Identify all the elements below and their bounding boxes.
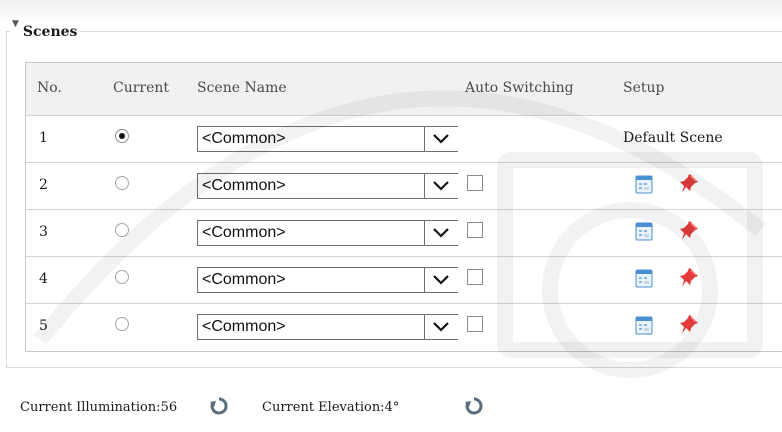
row-number: 5: [39, 318, 48, 334]
scenes-title: Scenes: [22, 24, 78, 40]
calendar-edit-icon[interactable]: [634, 220, 654, 242]
red-pin-icon[interactable]: [680, 220, 700, 242]
illumination-label: Current Illumination:56: [20, 400, 178, 415]
current-radio[interactable]: [115, 317, 129, 331]
current-radio[interactable]: [115, 270, 129, 284]
row-number: 3: [39, 224, 48, 240]
table-row: 1 <Common> Default Scene: [26, 116, 782, 163]
scene-name-select[interactable]: <Common>: [197, 220, 458, 246]
elevation-label: Current Elevation:4°: [262, 400, 400, 415]
auto-switching-checkbox[interactable]: [467, 222, 483, 238]
scene-name-select[interactable]: <Common>: [197, 126, 458, 152]
current-radio[interactable]: [115, 223, 129, 237]
dropdown-button[interactable]: [424, 126, 458, 152]
table-row: 4 <Common>: [26, 257, 782, 304]
scene-name-value: <Common>: [202, 271, 286, 288]
header-setup: Setup: [623, 80, 665, 96]
scene-name-value: <Common>: [202, 130, 286, 147]
row-number: 1: [39, 130, 48, 146]
scene-name-value: <Common>: [202, 318, 286, 335]
chevron-down-icon: [433, 275, 449, 285]
dropdown-button[interactable]: [424, 220, 458, 246]
calendar-edit-icon[interactable]: [634, 267, 654, 289]
table-row: 2 <Common>: [26, 163, 782, 210]
red-pin-icon[interactable]: [680, 267, 700, 289]
triangle-down-icon[interactable]: ▼: [12, 19, 19, 29]
header-auto-switching: Auto Switching: [465, 80, 574, 96]
default-scene-label: Default Scene: [623, 130, 723, 146]
red-pin-icon[interactable]: [680, 314, 700, 336]
current-radio[interactable]: [115, 176, 129, 190]
refresh-icon[interactable]: [465, 397, 483, 415]
refresh-icon[interactable]: [210, 397, 228, 415]
auto-switching-checkbox[interactable]: [467, 316, 483, 332]
scene-name-value: <Common>: [202, 177, 286, 194]
scene-name-value: <Common>: [202, 224, 286, 241]
chevron-down-icon: [433, 181, 449, 191]
dropdown-button[interactable]: [424, 314, 458, 340]
dropdown-button[interactable]: [424, 173, 458, 199]
scene-name-select[interactable]: <Common>: [197, 267, 458, 293]
chevron-down-icon: [433, 134, 449, 144]
table-row: 3 <Common>: [26, 210, 782, 257]
dropdown-button[interactable]: [424, 267, 458, 293]
calendar-edit-icon[interactable]: [634, 173, 654, 195]
red-pin-icon[interactable]: [680, 173, 700, 195]
header-current: Current: [113, 80, 170, 96]
scene-name-select[interactable]: <Common>: [197, 173, 458, 199]
auto-switching-checkbox[interactable]: [467, 269, 483, 285]
row-number: 4: [39, 271, 48, 287]
current-radio[interactable]: [115, 129, 129, 143]
row-number: 2: [39, 177, 48, 193]
scenes-legend[interactable]: ▼ Scenes: [10, 18, 81, 40]
calendar-edit-icon[interactable]: [634, 314, 654, 336]
top-fade: [0, 0, 782, 22]
header-no: No.: [37, 80, 62, 96]
scenes-table: No. Current Scene Name Auto Switching Se…: [25, 62, 782, 352]
header-scene-name: Scene Name: [197, 80, 287, 96]
scene-name-select[interactable]: <Common>: [197, 314, 458, 340]
chevron-down-icon: [433, 228, 449, 238]
table-row: 5 <Common>: [26, 304, 782, 350]
chevron-down-icon: [433, 322, 449, 332]
auto-switching-checkbox[interactable]: [467, 175, 483, 191]
table-header: No. Current Scene Name Auto Switching Se…: [26, 63, 782, 116]
